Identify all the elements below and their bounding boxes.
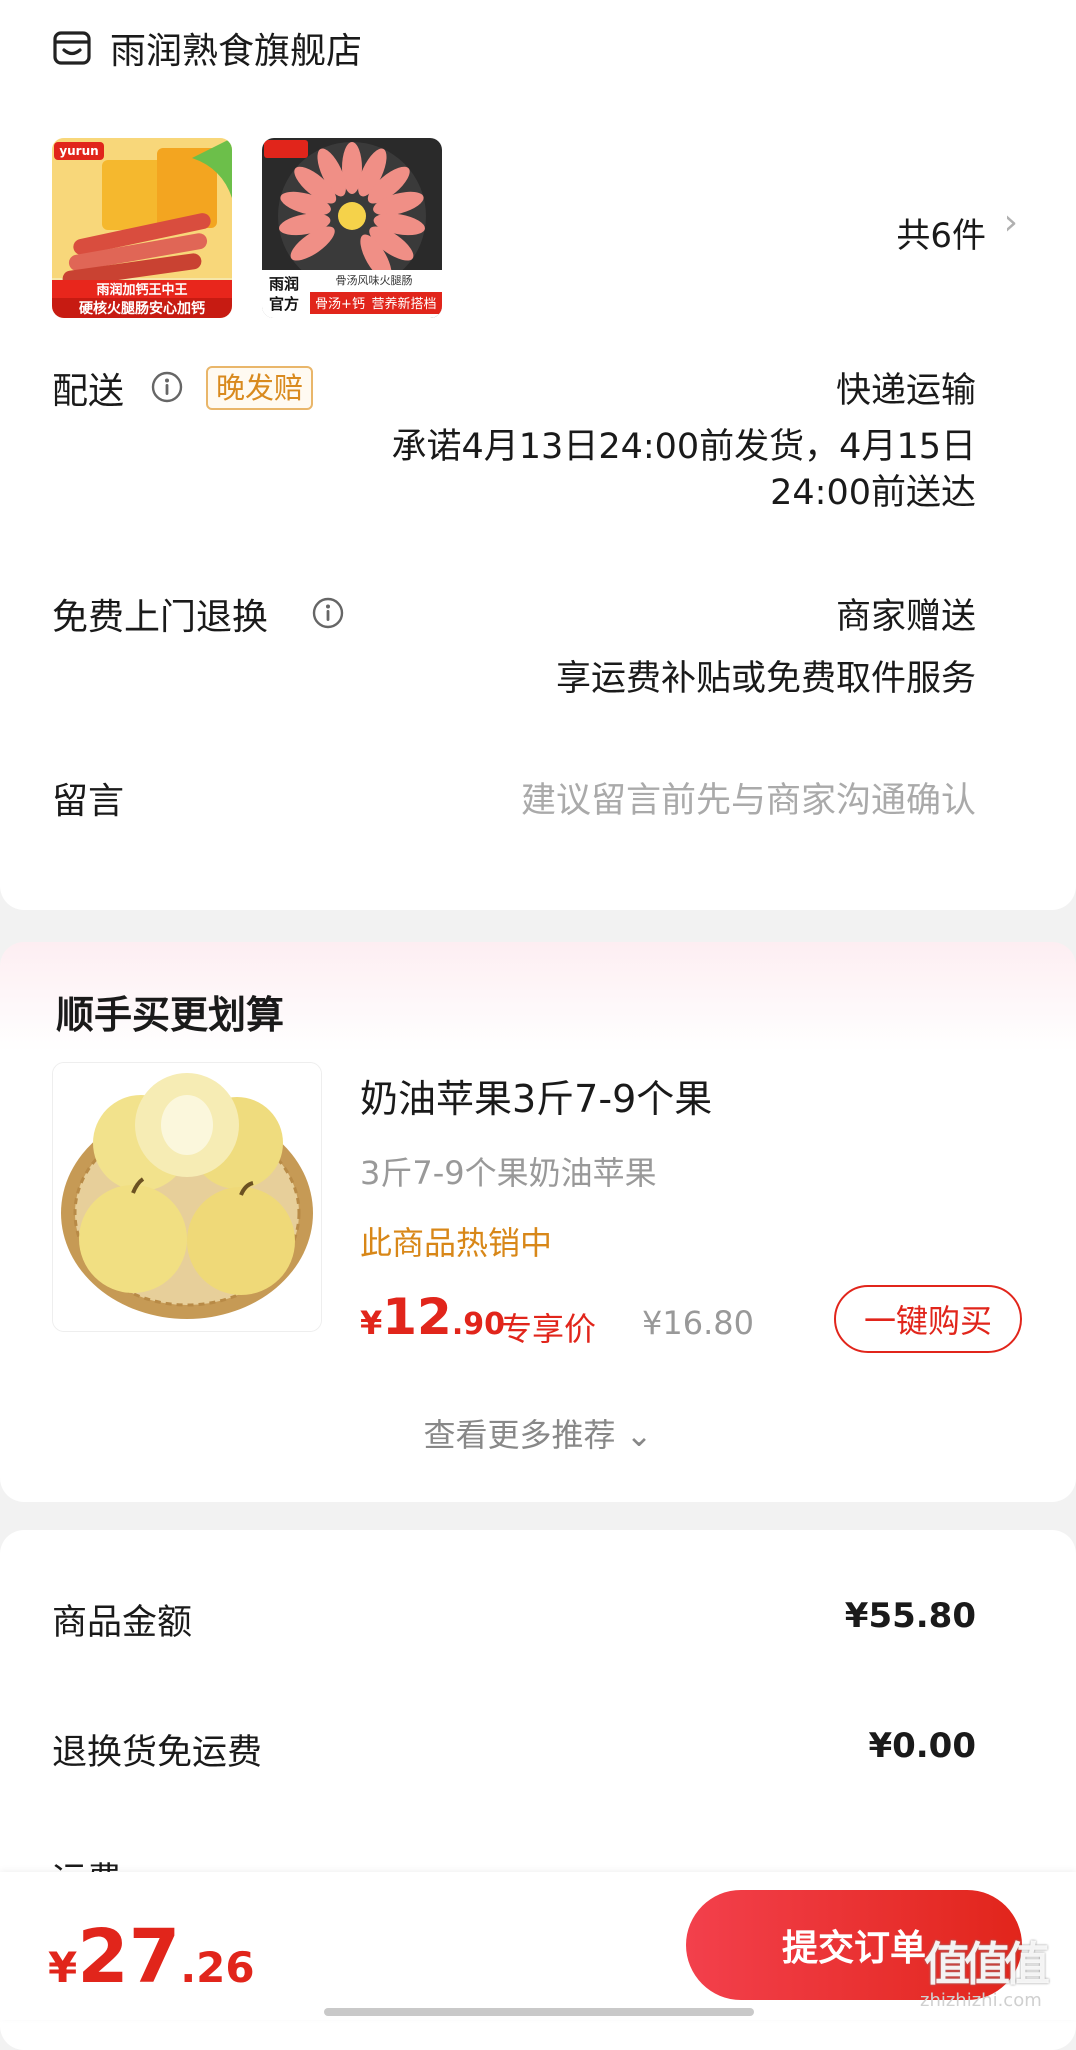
- goods-amount-value: ¥55.80: [844, 1596, 976, 1636]
- price-decimal: .90: [451, 1307, 506, 1342]
- thumb2-caption: 骨汤风味火腿肠: [336, 273, 413, 287]
- free-return-label: 免费上门退换: [52, 597, 269, 638]
- product-price: ¥ 12 .90: [360, 1288, 505, 1346]
- watermark-logo: 值值值: [924, 1937, 1050, 1991]
- delivery-promise-line1: 承诺4月13日24:00前发货，4月15日: [391, 427, 976, 467]
- product-thumbnail-bone-broth[interactable]: 雨润 官方 骨汤风味火腿肠 骨汤+钙 营养新搭档: [262, 138, 442, 318]
- product-name[interactable]: 奶油苹果3斤7-9个果: [360, 1068, 712, 1123]
- info-icon[interactable]: [150, 370, 184, 404]
- total-decimal: .26: [180, 1943, 255, 1992]
- thumb2-badge: 骨汤+钙: [315, 297, 365, 312]
- price-symbol: ¥: [360, 1304, 383, 1342]
- recommendation-title: 顺手买更划算: [56, 993, 285, 1037]
- order-card: 雨润熟食旗舰店 yurun 雨润加钙王中王 硬核火腿肠安心加钙 雨润 官方 骨汤…: [0, 0, 1076, 910]
- one-click-buy-button[interactable]: 一键购买: [834, 1285, 1022, 1353]
- item-count[interactable]: 共6件: [896, 208, 986, 257]
- svg-text:雨润: 雨润: [269, 275, 299, 293]
- thumb1-line2: 硬核火腿肠安心加钙: [79, 300, 205, 317]
- thumb2-line: 营养新搭档: [371, 296, 436, 312]
- return-shipping-free-value: ¥0.00: [868, 1726, 976, 1766]
- store-icon: [53, 31, 91, 65]
- free-return-desc: 享运费补贴或免费取件服务: [555, 659, 976, 699]
- store-header[interactable]: 雨润熟食旗舰店: [52, 24, 362, 72]
- message-label: 留言: [52, 781, 125, 822]
- product-subtitle: 3斤7-9个果奶油苹果: [360, 1154, 657, 1192]
- message-input[interactable]: 建议留言前先与商家沟通确认: [521, 772, 976, 823]
- exclusive-price-label: 专享价: [500, 1310, 597, 1348]
- total-symbol: ¥: [48, 1943, 78, 1992]
- checkout-bar: ¥ 27 .26 提交订单: [0, 1872, 1076, 2020]
- thumb1-brand: yurun: [59, 144, 98, 158]
- recommendation-card: 顺手买更划算 奶油苹果3斤7-9个果 3斤7-9个果奶油苹果 此商品热销中 ¥ …: [0, 942, 1076, 1502]
- sausage-pack-image: yurun 雨润加钙王中王 硬核火腿肠安心加钙: [52, 138, 232, 318]
- watermark-site: zhizhizhi.com: [920, 1990, 1042, 2011]
- info-icon[interactable]: [311, 596, 345, 630]
- product-image-apple[interactable]: [52, 1062, 322, 1332]
- apple-basket-image: [53, 1063, 321, 1331]
- price-integer: 12: [382, 1288, 452, 1346]
- delivery-method: 快递运输: [835, 371, 976, 411]
- thumb1-line1: 雨润加钙王中王: [96, 282, 187, 298]
- delivery-label: 配送: [52, 371, 125, 412]
- see-more-recommendations-link[interactable]: 查看更多推荐 ⌄: [0, 1410, 1076, 1456]
- free-return-value: 商家赠送: [835, 597, 976, 637]
- total-integer: 27: [77, 1914, 181, 2000]
- store-name: 雨润熟食旗舰店: [110, 31, 363, 72]
- return-shipping-free-label: 退换货免运费: [52, 1733, 263, 1773]
- sliced-sausage-image: 雨润 官方 骨汤风味火腿肠 骨汤+钙 营养新搭档: [262, 138, 442, 318]
- product-thumbnail-sausage[interactable]: yurun 雨润加钙王中王 硬核火腿肠安心加钙: [52, 138, 232, 318]
- late-delivery-compensation-badge[interactable]: 晚发赔: [206, 366, 314, 410]
- home-indicator[interactable]: [324, 2008, 754, 2016]
- delivery-promise-line2: 24:00前送达: [770, 473, 976, 513]
- hot-selling-label: 此商品热销中: [360, 1224, 553, 1262]
- total-price: ¥ 27 .26: [48, 1914, 255, 2000]
- svg-text:官方: 官方: [269, 295, 299, 313]
- chevron-right-icon[interactable]: ›: [1004, 202, 1018, 243]
- original-price: ¥16.80: [642, 1304, 754, 1342]
- goods-amount-label: 商品金额: [52, 1603, 193, 1643]
